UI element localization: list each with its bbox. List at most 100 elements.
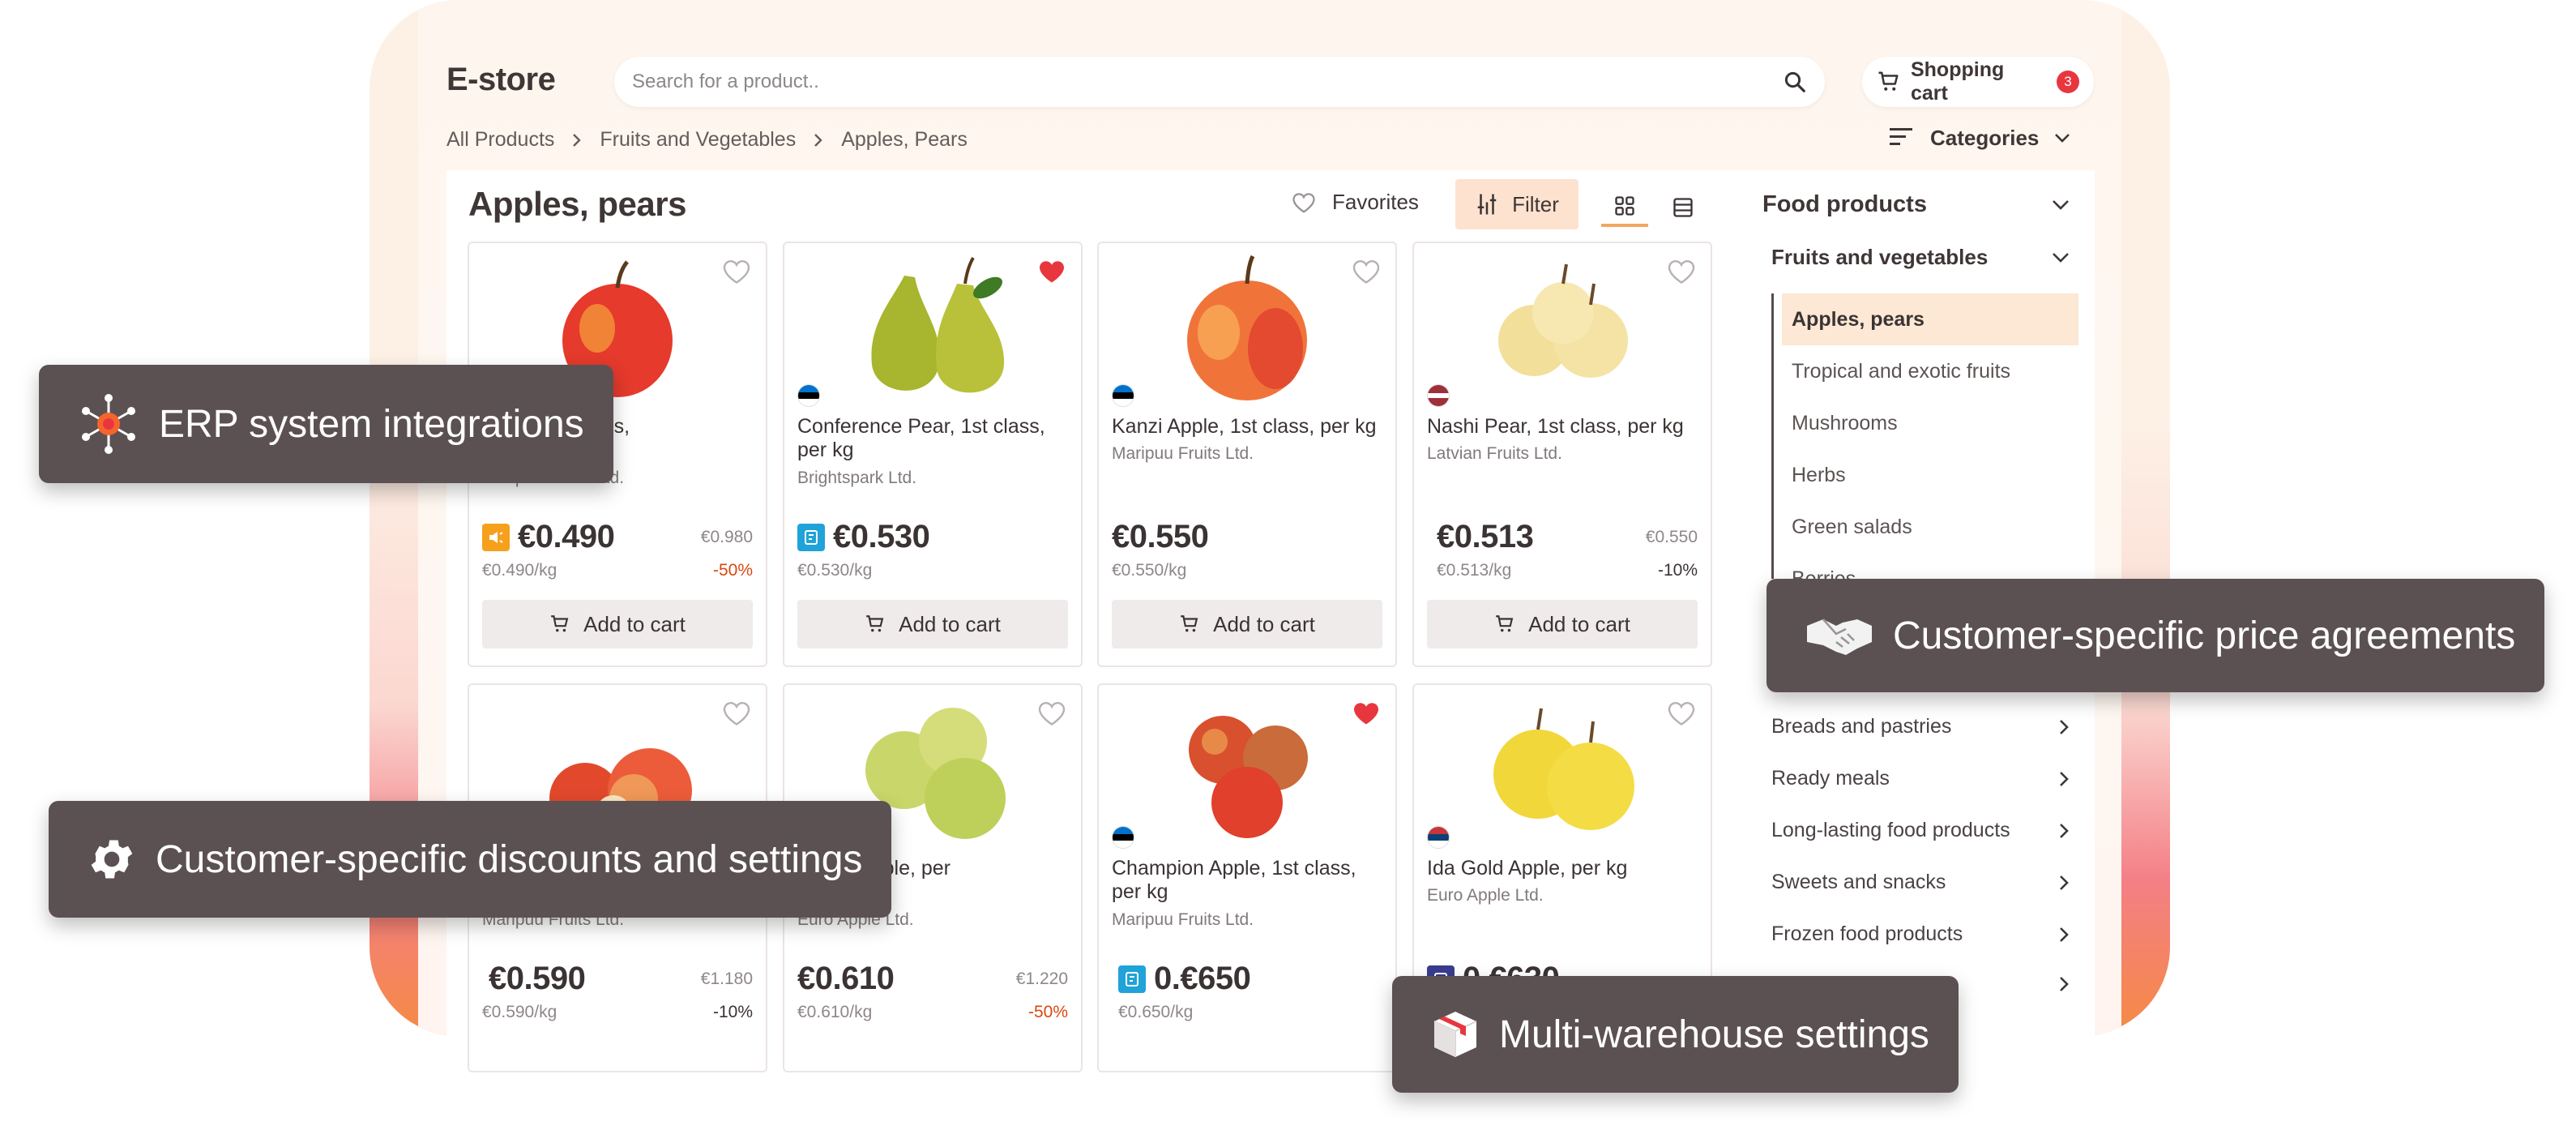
sidebar-food-products[interactable]: Food products [1762,191,2070,218]
sidebar-head-label: Food products [1762,191,1927,217]
product-discount: -10% [712,1003,753,1021]
product-card[interactable]: Kanzi Apple, 1st class, per kg Maripuu F… [1097,242,1397,667]
product-supplier: Brightspark Ltd. [797,469,917,487]
product-price: €0.513 [1437,519,1534,554]
product-card[interactable]: Champion Apple, 1st class, per kg Maripu… [1097,683,1397,1072]
pear-icon [871,257,1005,393]
product-image[interactable] [784,251,1081,405]
cart-label: Shopping cart [1910,58,2005,105]
flag-estonia-icon [1112,384,1134,407]
feature-tag-erp: ERP system integrations [39,365,613,483]
list-view-toggle[interactable] [1660,188,1707,227]
feature-tag-price-agreements-label: Customer-specific price agreements [1893,614,2516,657]
sidebar-sub-label: Fruits and vegetables [1771,245,1989,269]
sidebar-fruits-vegetables[interactable]: Fruits and vegetables [1771,245,2070,270]
sidebar-item-label: Breads and pastries [1771,715,1952,738]
product-unit-price: €0.590/kg [482,1003,557,1021]
feature-tag-erp-label: ERP system integrations [159,402,584,446]
product-image[interactable] [1414,693,1711,847]
chevron-right-icon [814,133,822,147]
product-supplier: Maripuu Fruits Ltd. [1112,910,1254,929]
add-to-cart-label: Add to cart [583,611,686,636]
breadcrumb-all-products[interactable]: All Products [446,128,554,152]
product-unit-price: €0.550/kg [1112,561,1187,580]
cart-icon [551,615,569,632]
list-icon [1673,198,1693,217]
categories-label: Categories [1930,125,2040,150]
search-input[interactable] [632,71,1783,93]
product-unit-price: €0.513/kg [1437,561,1512,580]
product-supplier: Latvian Fruits Ltd. [1427,444,1562,463]
add-to-cart-button[interactable]: Add to cart [1112,600,1382,648]
product-image[interactable] [1099,693,1395,847]
sidebar-item-berries[interactable]: Berries [1774,553,2084,580]
product-card[interactable]: Conference Pear, 1st class, per kg Brigh… [783,242,1083,667]
product-old-price: €1.220 [1015,969,1068,988]
chevron-right-icon [2060,771,2069,786]
shopping-cart-button[interactable]: Shopping cart 3 [1862,57,2094,107]
feature-tag-warehouse-label: Multi-warehouse settings [1499,1012,1929,1056]
sidebar-item-herbs[interactable]: Herbs [1774,449,2084,501]
product-price: €0.550 [1112,519,1209,554]
loyalty-card-icon [1118,965,1146,993]
cart-count-badge: 3 [2057,71,2079,93]
sidebar-item-tropical[interactable]: Tropical and exotic fruits [1774,345,2084,397]
breadcrumb-fruits-vegetables[interactable]: Fruits and Vegetables [600,128,796,152]
product-unit-price: €0.650/kg [1118,1003,1194,1021]
product-name[interactable]: Nashi Pear, 1st class, per kg [1427,415,1698,439]
product-unit-price: €0.490/kg [482,561,557,580]
product-unit-price: €0.530/kg [797,561,873,580]
product-price: €0.610 [797,961,895,996]
search-icon[interactable] [1783,70,1807,94]
add-to-cart-label: Add to cart [1528,611,1630,636]
flag-serbia-icon [1427,826,1450,849]
product-supplier: Euro Apple Ltd. [1427,886,1544,905]
sidebar-item-sweets[interactable]: Sweets and snacks [1771,871,2070,894]
product-old-price: €0.980 [700,527,753,546]
product-discount: -10% [1657,561,1698,580]
search-bar[interactable] [614,57,1825,107]
network-hub-icon [82,394,135,454]
sidebar-item-frozen[interactable]: Frozen food products [1771,922,2070,946]
product-card[interactable]: Nashi Pear, 1st class, per kg Latvian Fr… [1412,242,1712,667]
sidebar-item-mushrooms[interactable]: Mushrooms [1774,397,2084,449]
sort-lines-icon [1890,128,1912,145]
product-old-price: €1.180 [700,969,753,988]
categories-button[interactable]: Categories [1888,125,2071,151]
add-to-cart-button[interactable]: Add to cart [1427,600,1698,648]
add-to-cart-button[interactable]: Add to cart [482,600,753,648]
sidebar-item-green-salads[interactable]: Green salads [1774,501,2084,553]
product-image[interactable] [1099,251,1395,405]
sidebar-item-breads[interactable]: Breads and pastries [1771,715,2070,738]
filter-button[interactable]: Filter [1455,179,1578,229]
sidebar-item-apples-pears[interactable]: Apples, pears [1782,293,2078,345]
filter-label: Filter [1512,191,1559,216]
sidebar-item-long-lasting[interactable]: Long-lasting food products [1771,819,2070,842]
cart-icon [1496,615,1514,632]
product-name[interactable]: Conference Pear, 1st class, per kg [797,415,1068,462]
product-price: 0.€650 [1154,961,1251,996]
chevron-down-icon [2055,134,2070,143]
chevron-right-icon [2060,927,2069,942]
product-name[interactable]: Champion Apple, 1st class, per kg [1112,857,1382,904]
sliders-icon [1477,194,1497,215]
product-price: €0.490 [518,519,615,554]
favorites-button[interactable]: Favorites [1292,190,1419,215]
product-name[interactable]: Ida Gold Apple, per kg [1427,857,1698,880]
product-unit-price: €0.610/kg [797,1003,873,1021]
product-name[interactable]: Kanzi Apple, 1st class, per kg [1112,415,1382,439]
brand-logo[interactable]: E-store [446,62,556,98]
product-image[interactable] [1414,251,1711,405]
cart-icon [1878,71,1899,91]
sidebar-item-label: Ready meals [1771,767,1890,790]
sidebar-item-ready-meals[interactable]: Ready meals [1771,767,2070,790]
chevron-right-icon [2060,977,2069,991]
add-to-cart-label: Add to cart [1213,611,1315,636]
package-box-icon [1433,1012,1477,1057]
grid-view-toggle[interactable] [1601,188,1648,227]
product-discount: -50% [1027,1003,1068,1021]
nashi-pear-icon [1498,263,1628,378]
cart-icon [1181,615,1198,632]
page-title: Apples, pears [468,185,686,223]
add-to-cart-button[interactable]: Add to cart [797,600,1068,648]
